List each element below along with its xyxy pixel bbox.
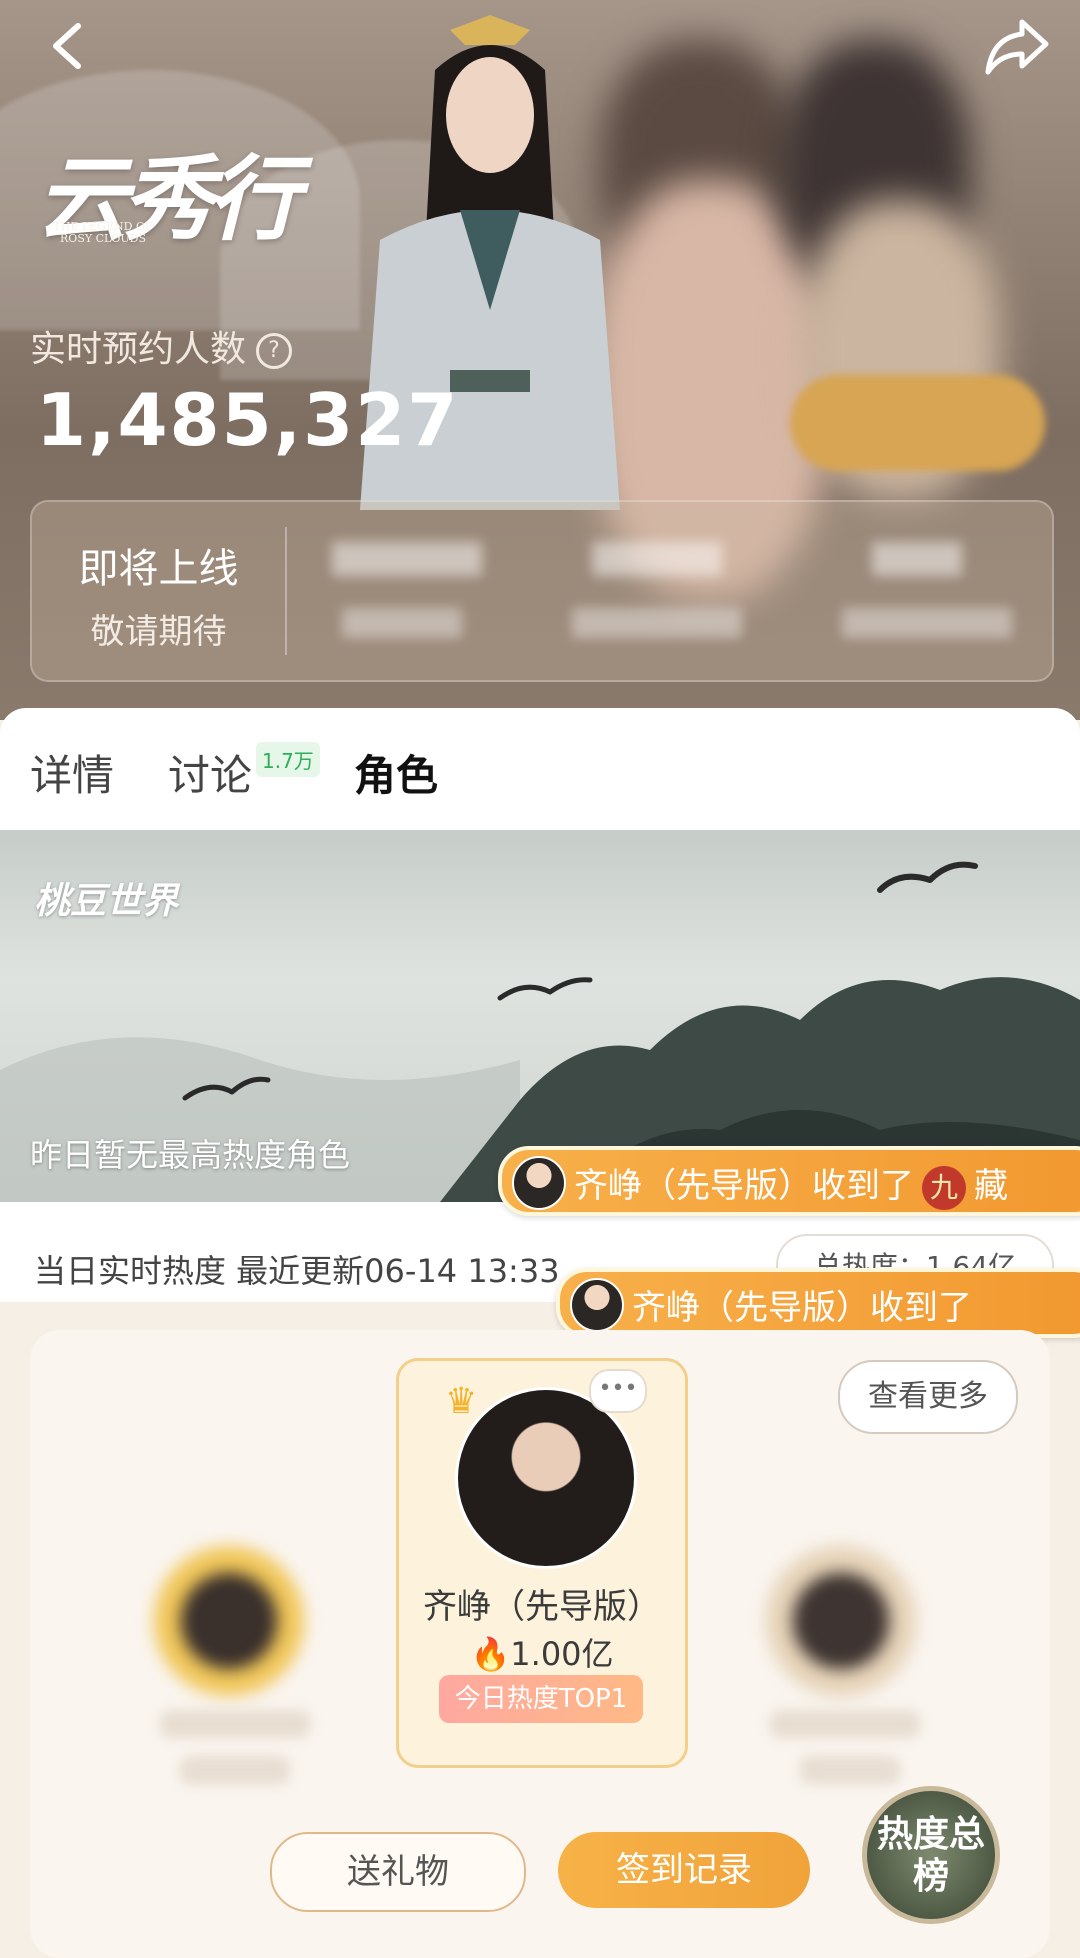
blurred-name (160, 1710, 310, 1738)
drama-logo: 云秀行 THE LEGEND OF ROSY CLOUDS (36, 125, 300, 258)
avatar (512, 1156, 566, 1210)
heat-board-button[interactable]: 热度总榜 (862, 1786, 1000, 1924)
gift-icon: 九 (922, 1165, 966, 1210)
release-status: 即将上线 敬请期待 (32, 502, 285, 680)
fire-icon: 🔥 (470, 1635, 511, 1673)
send-gift-button[interactable]: 送礼物 (270, 1832, 526, 1912)
checkin-record-button[interactable]: 签到记录 (558, 1832, 810, 1908)
view-more-button[interactable]: 查看更多 (838, 1360, 1018, 1434)
blurred-stat (572, 608, 742, 638)
top1-tag: 今日热度TOP1 (439, 1675, 643, 1723)
heat-update-label: 当日实时热度 最近更新06-14 13:33 (34, 1252, 560, 1290)
crown-icon: ♛ (445, 1381, 478, 1422)
gift-notice: 齐峥（先导版）收到了九藏 (498, 1146, 1080, 1216)
reservation-label-text: 实时预约人数 (30, 329, 247, 370)
banner-note: 昨日暂无最高热度角色 (30, 1136, 351, 1174)
logo-subtitle: THE LEGEND OF ROSY CLOUDS (53, 220, 153, 245)
blurred-stat (332, 542, 482, 576)
blurred-stat (842, 608, 1012, 638)
blurred-avatar (154, 1546, 304, 1696)
blurred-heat (800, 1756, 900, 1784)
reserve-button[interactable] (790, 375, 1045, 471)
top-role-card[interactable]: ♛ ••• 齐峥（先导版） 🔥1.00亿 今日热度TOP1 (396, 1358, 688, 1768)
tab-discussion[interactable]: 讨论 (168, 742, 252, 803)
blurred-name (770, 1710, 920, 1738)
gift-notice-text: 齐峥（先导版）收到了九藏 (574, 1158, 1008, 1210)
gift-notice: 齐峥（先导版）收到了 (556, 1268, 1080, 1338)
back-button[interactable] (42, 18, 98, 74)
role-avatar (455, 1387, 637, 1569)
tab-details[interactable]: 详情 (30, 742, 114, 803)
avatar (570, 1278, 624, 1332)
discussion-count-badge: 1.7万 (256, 742, 320, 777)
blurred-stat (872, 542, 962, 576)
role-heat: 🔥1.00亿 (470, 1635, 614, 1673)
reservation-label: 实时预约人数? (30, 320, 293, 372)
tab-roles[interactable]: 角色 (354, 742, 438, 803)
brand-logo: 桃豆世界 (34, 881, 179, 922)
role-name: 齐峥（先导版） (423, 1587, 661, 1627)
blurred-stat (342, 608, 462, 638)
release-status-title: 即将上线 (78, 546, 239, 592)
blurred-stat (592, 542, 722, 576)
blurred-heat (180, 1756, 290, 1784)
blurred-avatar (766, 1546, 916, 1696)
chevron-left-icon (53, 23, 81, 69)
release-status-subtitle: 敬请期待 (90, 612, 227, 652)
share-icon (985, 19, 1049, 75)
gift-notice-text: 齐峥（先导版）收到了 (632, 1288, 972, 1328)
reservation-count: 1,485,327 (36, 378, 460, 462)
divider (285, 527, 287, 655)
status-card: 即将上线 敬请期待 (30, 500, 1054, 682)
help-icon[interactable]: ? (256, 333, 293, 369)
share-button[interactable] (982, 14, 1052, 78)
hero-banner: 云秀行 THE LEGEND OF ROSY CLOUDS 实时预约人数? 1,… (0, 0, 1080, 720)
tab-bar (0, 708, 1080, 830)
more-options-icon[interactable]: ••• (589, 1369, 647, 1413)
